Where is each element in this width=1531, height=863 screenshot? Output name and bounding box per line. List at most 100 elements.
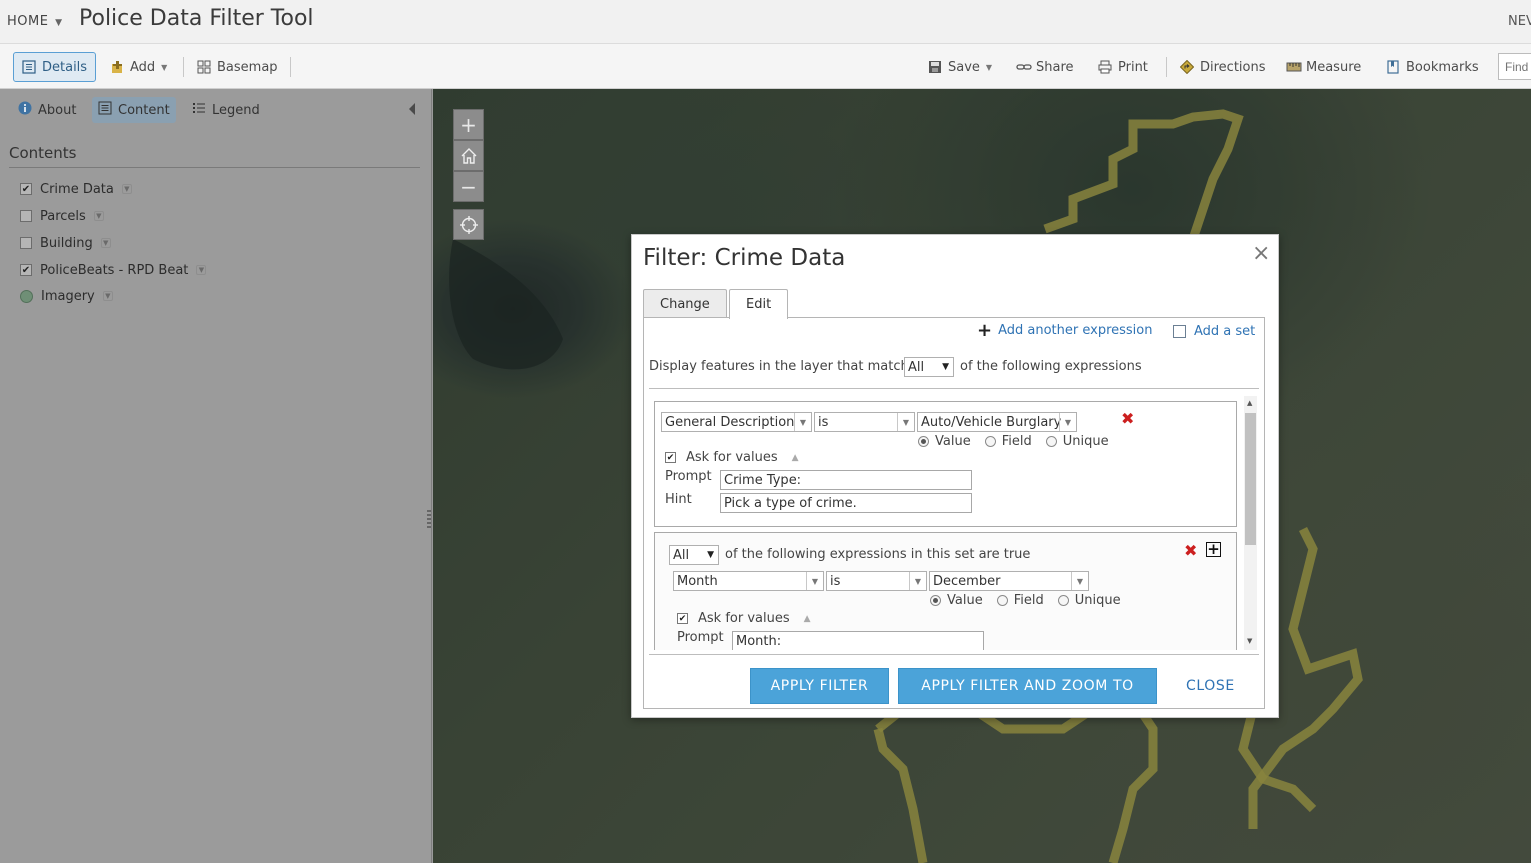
prompt-input[interactable]: Crime Type:: [720, 470, 972, 490]
radio-value-label: Value: [935, 434, 971, 449]
share-button[interactable]: Share: [1008, 52, 1082, 82]
scroll-down-icon[interactable]: ▼: [1247, 637, 1252, 645]
close-icon[interactable]: ×: [1252, 243, 1270, 265]
save-button[interactable]: Save ▼: [920, 52, 1000, 82]
match-select[interactable]: All ▼: [904, 357, 954, 377]
add-set-label: Add a set: [1194, 324, 1256, 339]
printer-icon: [1098, 60, 1112, 74]
operator-select-value: is: [818, 414, 829, 430]
panel-resize-handle[interactable]: [427, 510, 431, 528]
ask-for-values-row[interactable]: ✔ Ask for values ▲: [665, 450, 799, 465]
layer-item-building[interactable]: Building ▼: [20, 233, 111, 253]
directions-button[interactable]: Directions: [1172, 52, 1274, 82]
radio-unique[interactable]: Unique: [1045, 434, 1109, 449]
radio-value[interactable]: Value: [918, 434, 971, 449]
tab-edit[interactable]: Edit: [729, 289, 789, 319]
locate-button[interactable]: [453, 209, 484, 240]
radio-dot[interactable]: [918, 436, 929, 447]
delete-set-icon[interactable]: ✖: [1184, 541, 1197, 560]
set-ask-for-values-row[interactable]: ✔ Ask for values ▲: [677, 611, 811, 626]
details-button[interactable]: Details: [13, 52, 96, 82]
info-icon: [18, 101, 32, 119]
radio-dot[interactable]: [996, 595, 1008, 606]
add-button[interactable]: Add ▼: [102, 52, 175, 82]
toolbar-divider: [290, 57, 291, 77]
zoom-out-button[interactable]: −: [453, 171, 484, 202]
apply-filter-button[interactable]: APPLY FILTER: [750, 668, 889, 704]
header-right-link[interactable]: NEV: [1508, 14, 1531, 29]
chevron-down-icon: ▼: [55, 18, 63, 28]
ask-for-values-checkbox[interactable]: ✔: [665, 452, 676, 463]
prompt-label: Prompt: [665, 469, 712, 484]
scrollbar[interactable]: ▲ ▼: [1244, 396, 1257, 650]
add-set-toggle[interactable]: Add a set: [1173, 324, 1255, 339]
collapse-triangle-icon[interactable]: ▲: [804, 614, 811, 624]
layer-checkbox[interactable]: [20, 237, 32, 249]
layer-checkbox[interactable]: ✔: [20, 264, 32, 276]
layer-item-crime-data[interactable]: ✔ Crime Data ▼: [20, 179, 132, 199]
tab-about-label: About: [38, 102, 77, 118]
set-operator-select[interactable]: is ▼: [826, 571, 927, 591]
set-value-select[interactable]: December ▼: [929, 571, 1089, 591]
zoom-in-button[interactable]: +: [453, 109, 484, 140]
layer-checkbox[interactable]: [20, 210, 32, 222]
bookmark-book-icon: [1386, 60, 1400, 74]
layer-checkbox[interactable]: ✔: [20, 183, 32, 195]
value-select[interactable]: Auto/Vehicle Burglary ▼: [917, 412, 1077, 432]
apply-filter-zoom-button[interactable]: APPLY FILTER AND ZOOM TO: [898, 668, 1157, 704]
scroll-up-icon[interactable]: ▲: [1247, 399, 1252, 407]
radio-field[interactable]: Field: [984, 434, 1032, 449]
match-select-value: All: [908, 359, 925, 375]
operator-select[interactable]: is ▼: [814, 412, 915, 432]
add-expression-link[interactable]: + Add another expression: [977, 321, 1153, 339]
scrollbar-thumb[interactable]: [1245, 413, 1256, 545]
layer-item-parcels[interactable]: Parcels ▼: [20, 206, 104, 226]
radio-field-label: Field: [1001, 434, 1032, 449]
collapse-triangle-icon[interactable]: ▲: [792, 453, 799, 463]
collapse-panel-icon[interactable]: [409, 103, 415, 115]
radio-dot[interactable]: [1045, 436, 1057, 447]
layer-item-imagery[interactable]: Imagery ▼: [20, 286, 113, 306]
radio-unique[interactable]: Unique: [1057, 593, 1121, 608]
field-select[interactable]: General Description ▼: [661, 412, 812, 432]
bookmarks-button[interactable]: Bookmarks: [1378, 52, 1487, 82]
chevron-down-icon: ▼: [161, 62, 168, 72]
print-button[interactable]: Print: [1090, 52, 1156, 82]
add-set-checkbox[interactable]: [1173, 325, 1186, 338]
ask-for-values-checkbox[interactable]: ✔: [677, 613, 688, 624]
chevron-down-icon: ▼: [909, 572, 926, 590]
delete-expression-icon[interactable]: ✖: [1121, 409, 1134, 428]
chevron-down-icon[interactable]: ▼: [196, 265, 207, 275]
close-button[interactable]: CLOSE: [1186, 678, 1235, 694]
toolbar-divider: [183, 57, 184, 77]
measure-button[interactable]: Measure: [1278, 52, 1369, 82]
tab-legend[interactable]: Legend: [186, 97, 266, 123]
set-match-select[interactable]: All ▼: [669, 545, 719, 565]
layer-item-policebeats[interactable]: ✔ PoliceBeats - RPD Beat ▼: [20, 260, 207, 280]
tab-change[interactable]: Change: [643, 289, 727, 318]
set-field-select[interactable]: Month ▼: [673, 571, 824, 591]
share-label: Share: [1036, 59, 1074, 75]
layer-name: Imagery: [41, 288, 95, 304]
chevron-down-icon[interactable]: ▼: [93, 211, 104, 221]
radio-field-label: Field: [1013, 593, 1044, 608]
chevron-down-icon[interactable]: ▼: [121, 184, 132, 194]
set-prompt-input[interactable]: Month:: [732, 631, 984, 650]
home-extent-button[interactable]: [453, 140, 484, 171]
radio-dot[interactable]: [930, 595, 941, 606]
radio-dot[interactable]: [984, 436, 996, 447]
hint-input[interactable]: Pick a type of crime.: [720, 493, 972, 513]
tab-about[interactable]: About: [12, 97, 82, 123]
value-select-value: Auto/Vehicle Burglary: [921, 414, 1062, 430]
add-to-set-icon[interactable]: +: [1206, 542, 1221, 557]
find-input[interactable]: [1498, 53, 1531, 80]
basemap-button[interactable]: Basemap: [189, 52, 286, 82]
chevron-down-icon[interactable]: ▼: [100, 238, 111, 248]
chevron-down-icon[interactable]: ▼: [102, 291, 113, 301]
home-menu[interactable]: HOME ▼: [7, 14, 63, 29]
tab-content[interactable]: Content: [92, 97, 176, 123]
radio-value[interactable]: Value: [930, 593, 983, 608]
ruler-icon: [1286, 60, 1302, 74]
radio-field[interactable]: Field: [996, 593, 1044, 608]
radio-dot[interactable]: [1057, 595, 1069, 606]
